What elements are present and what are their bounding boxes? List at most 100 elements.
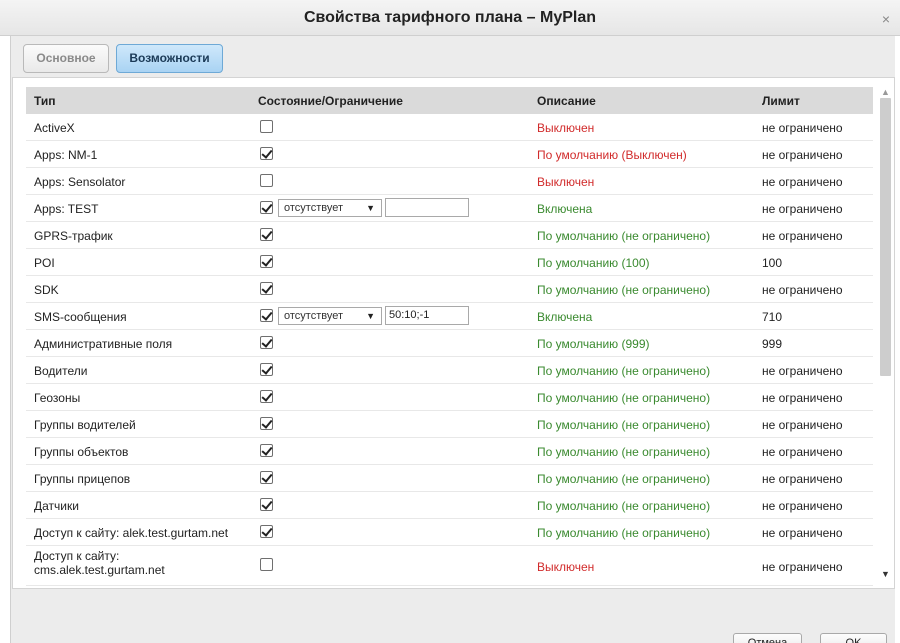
row-type: Административные поля <box>34 337 173 351</box>
row-limit: не ограничено <box>762 445 843 459</box>
limit-select-value: отсутствует <box>284 202 344 214</box>
row-type: Группы прицепов <box>34 472 131 486</box>
row-type: Датчики <box>34 499 79 513</box>
cancel-button[interactable]: Отмена <box>733 633 802 643</box>
state-checkbox[interactable] <box>260 174 273 187</box>
table-row[interactable]: Водители По умолчанию (не ограничено) не о… <box>26 357 873 384</box>
row-limit: не ограничено <box>762 472 843 486</box>
row-description: По умолчанию (не ограничено) <box>537 391 711 405</box>
state-checkbox[interactable] <box>260 498 273 511</box>
column-header-state[interactable]: Состояние/Ограничение <box>258 94 403 108</box>
row-description: По умолчанию (не ограничено) <box>537 418 711 432</box>
tariff-properties-dialog: Свойства тарифного плана – MyPlan × Осно… <box>0 0 900 643</box>
dropdown-arrow-icon: ▼ <box>366 203 375 213</box>
row-description: Выключен <box>537 175 595 189</box>
table-row[interactable]: Датчики По умолчанию (не ограничено) не ог… <box>26 492 873 519</box>
table-row[interactable]: Группы водителей По умолчанию (не огранич… <box>26 411 873 438</box>
state-checkbox[interactable] <box>260 471 273 484</box>
row-type: SDK <box>34 283 59 297</box>
table-row[interactable]: Группы прицепов По умолчанию (не ограниче… <box>26 465 873 492</box>
row-description: По умолчанию (100) <box>537 256 650 270</box>
state-checkbox[interactable] <box>260 336 273 349</box>
state-checkbox[interactable] <box>260 525 273 538</box>
table-header: Тип Состояние/Ограничение Описание Лимит <box>26 87 873 114</box>
row-type: Apps: TEST <box>34 202 99 216</box>
state-checkbox[interactable] <box>260 147 273 160</box>
row-description: По умолчанию (не ограничено) <box>537 364 711 378</box>
column-header-description[interactable]: Описание <box>537 94 596 108</box>
table-row[interactable]: SMS-сообщения отсутствует ▼ 50:10;-1 Включен… <box>26 303 873 330</box>
scroll-up-arrow-icon[interactable]: ▲ <box>881 87 890 97</box>
row-description: По умолчанию (не ограничено) <box>537 445 711 459</box>
row-limit: не ограничено <box>762 364 843 378</box>
row-description: По умолчанию (Выключен) <box>537 148 687 162</box>
table-row[interactable]: Apps: NM-1 По умолчанию (Выключен) не огра… <box>26 141 873 168</box>
state-checkbox[interactable] <box>260 228 273 241</box>
table-row[interactable]: Доступ к сайту: alek.test.gurtam.net По у… <box>26 519 873 546</box>
table-row[interactable]: Apps: TEST отсутствует ▼ Включена не огранич… <box>26 195 873 222</box>
state-checkbox[interactable] <box>260 201 273 214</box>
tab-features[interactable]: Возможности <box>116 44 223 73</box>
state-checkbox[interactable] <box>260 282 273 295</box>
table-row[interactable]: SDK По умолчанию (не ограничено) не ограни… <box>26 276 873 303</box>
row-limit: 999 <box>762 337 783 351</box>
row-limit: не ограничено <box>762 418 843 432</box>
table-row[interactable]: ActiveX Выключен не ограничено <box>26 114 873 141</box>
limit-input[interactable]: 50:10;-1 <box>385 306 469 325</box>
table-row[interactable]: POI По умолчанию (100) 100 <box>26 249 873 276</box>
column-header-type[interactable]: Тип <box>34 94 56 108</box>
state-checkbox[interactable] <box>260 120 273 133</box>
title-bar: Свойства тарифного плана – MyPlan × <box>0 0 900 36</box>
row-description: Включена <box>537 310 593 324</box>
state-checkbox[interactable] <box>260 255 273 268</box>
row-type: Группы объектов <box>34 445 129 459</box>
row-description: Выключен <box>537 121 595 135</box>
limit-input[interactable] <box>385 198 469 217</box>
column-header-limit[interactable]: Лимит <box>762 94 800 108</box>
row-type: Группы водителей <box>34 418 136 432</box>
row-description: По умолчанию (не ограничено) <box>537 472 711 486</box>
state-checkbox[interactable] <box>260 309 273 322</box>
dropdown-arrow-icon: ▼ <box>366 311 375 321</box>
scroll-down-arrow-icon[interactable]: ▼ <box>881 569 890 579</box>
row-type: POI <box>34 256 55 270</box>
state-checkbox[interactable] <box>260 444 273 457</box>
table-row[interactable]: Административные поля По умолчанию (999) 9… <box>26 330 873 357</box>
ok-button[interactable]: OK <box>820 633 887 643</box>
dialog-title: Свойства тарифного плана – MyPlan <box>303 9 597 26</box>
row-type: Водители <box>34 364 88 378</box>
table-body: ActiveX Выключен не ограничено Apps: NM-1 По… <box>26 114 873 586</box>
state-checkbox[interactable] <box>260 390 273 403</box>
vertical-scrollbar[interactable]: ▲ ▼ <box>877 87 893 584</box>
table-row[interactable]: Группы объектов По умолчанию (не ограниче… <box>26 438 873 465</box>
table-row[interactable]: GPRS-трафик По умолчанию (не ограничено) н… <box>26 222 873 249</box>
table-row[interactable]: Доступ к сайту: cms.alek.test.gurtam.net… <box>26 546 873 586</box>
row-description: По умолчанию (не ограничено) <box>537 229 711 243</box>
row-type: Доступ к сайту: cms.alek.test.gurtam.net <box>34 549 165 577</box>
row-limit: не ограничено <box>762 560 843 574</box>
row-type: ActiveX <box>34 121 75 135</box>
row-limit: 100 <box>762 256 783 270</box>
table-row[interactable]: Геозоны По умолчанию (не ограничено) не ог… <box>26 384 873 411</box>
row-description: По умолчанию (не ограничено) <box>537 283 711 297</box>
state-checkbox[interactable] <box>260 558 273 571</box>
row-limit: не ограничено <box>762 229 843 243</box>
row-limit: не ограничено <box>762 499 843 513</box>
row-description: По умолчанию (999) <box>537 337 650 351</box>
tab-basic[interactable]: Основное <box>23 44 109 73</box>
row-description: Выключен <box>537 560 595 574</box>
limit-select[interactable]: отсутствует ▼ <box>278 199 382 217</box>
close-icon[interactable]: × <box>882 12 890 26</box>
row-type: Apps: NM-1 <box>34 148 98 162</box>
row-limit: 710 <box>762 310 783 324</box>
scroll-thumb[interactable] <box>880 98 891 376</box>
row-description: Включена <box>537 202 593 216</box>
table-row[interactable]: Apps: Sensolator Выключен не ограничено <box>26 168 873 195</box>
row-limit: не ограничено <box>762 283 843 297</box>
state-checkbox[interactable] <box>260 363 273 376</box>
limit-select-value: отсутствует <box>284 310 344 322</box>
limit-select[interactable]: отсутствует ▼ <box>278 307 382 325</box>
state-checkbox[interactable] <box>260 417 273 430</box>
row-limit: не ограничено <box>762 202 843 216</box>
row-limit: не ограничено <box>762 391 843 405</box>
